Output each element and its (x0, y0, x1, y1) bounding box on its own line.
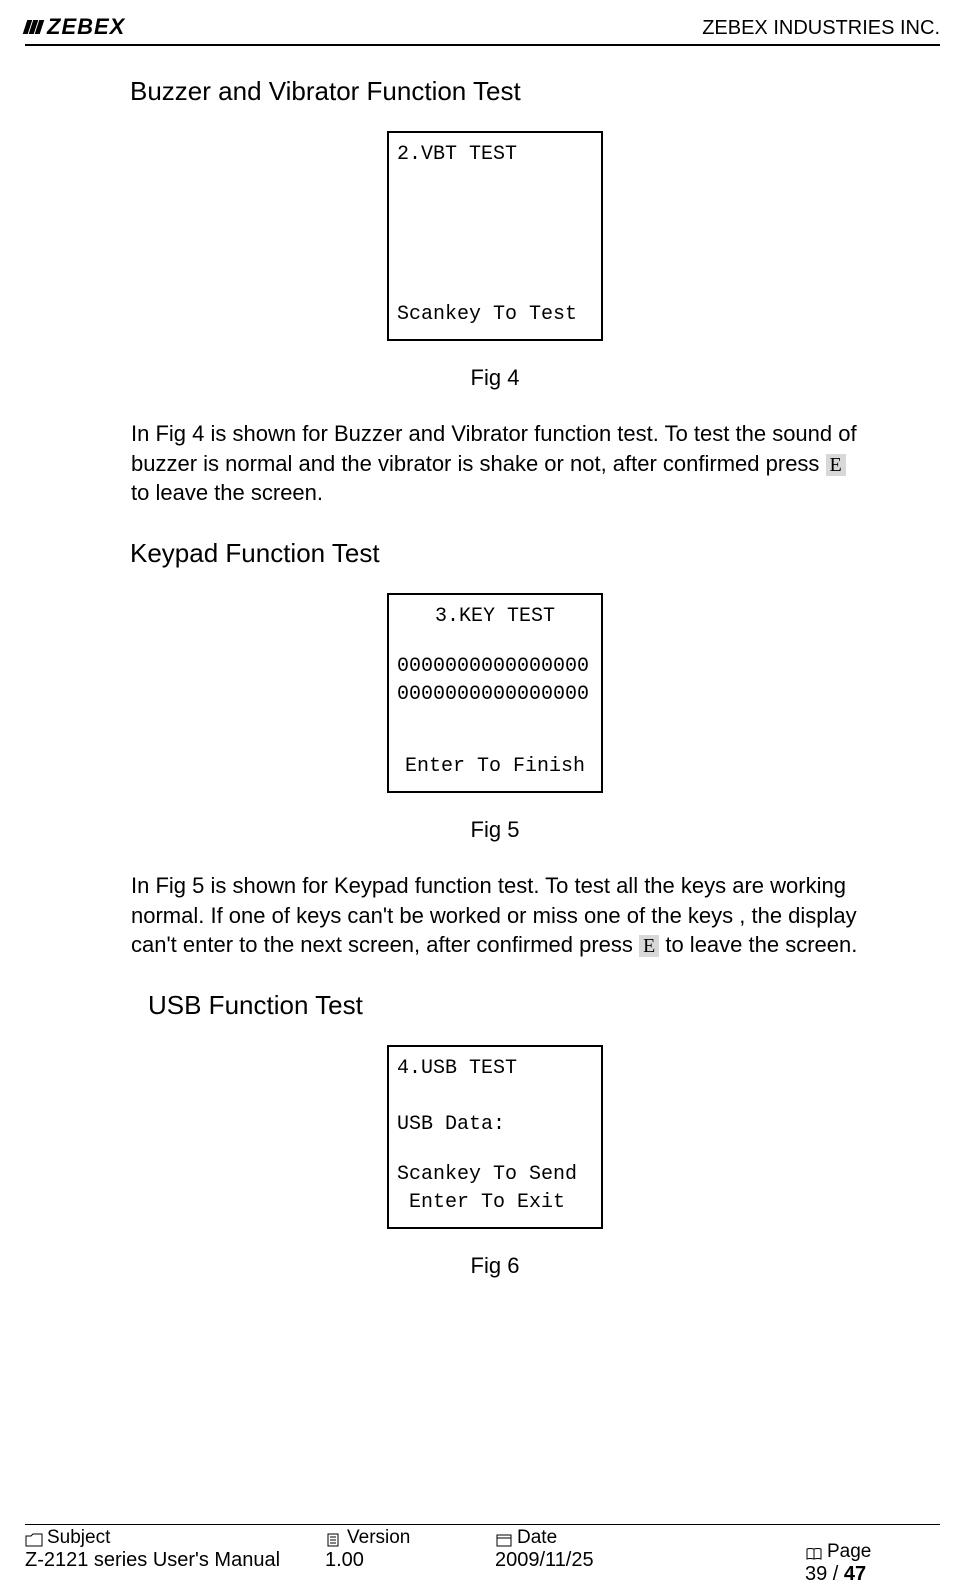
logo-bars-icon (25, 20, 42, 34)
keycap-e: E (826, 454, 846, 476)
label-text: Subject (47, 1527, 110, 1549)
lcd-line: 0000000000000000 (397, 681, 593, 709)
content-area: Buzzer and Vibrator Function Test 2.VBT … (110, 76, 860, 1279)
footer-col-version: Version 1.00 (325, 1527, 495, 1586)
figure-caption: Fig 6 (130, 1253, 860, 1279)
lcd-line: 4.USB TEST (397, 1055, 593, 1083)
lcd-screenshot-fig6: 4.USB TEST USB Data: Scankey To Send Ent… (387, 1045, 603, 1229)
label-text: Version (347, 1527, 410, 1549)
footer-label-date: Date (495, 1527, 695, 1549)
lcd-screenshot-fig5: 3.KEY TEST 0000000000000000 000000000000… (387, 593, 603, 793)
lcd-line: Scankey To Test (397, 301, 593, 329)
section-title: USB Function Test (148, 990, 860, 1021)
logo-text: ZEBEX (47, 14, 125, 40)
paragraph: In Fig 4 is shown for Buzzer and Vibrato… (130, 419, 860, 508)
calendar-icon (495, 1531, 513, 1545)
lcd-blank (397, 1083, 593, 1111)
footer-value-version: 1.00 (325, 1549, 495, 1572)
lcd-line: USB Data: (397, 1111, 593, 1139)
footer-label-version: Version (325, 1527, 495, 1549)
text-span: to leave the screen. (659, 932, 857, 957)
section-usb: USB Function Test 4.USB TEST USB Data: S… (130, 990, 860, 1279)
page-current: 39 (805, 1563, 827, 1585)
page-total: 47 (844, 1563, 866, 1585)
page-footer: Subject Z-2121 series User's Manual Vers… (25, 1524, 940, 1586)
footer-value-page: 39 / 47 (805, 1563, 871, 1586)
footer-value-date: 2009/11/25 (495, 1549, 695, 1572)
lcd-line: 3.KEY TEST (397, 603, 593, 631)
document-icon (325, 1531, 343, 1545)
lcd-line: 0000000000000000 (397, 653, 593, 681)
figure-caption: Fig 4 (130, 365, 860, 391)
label-text: Date (517, 1527, 557, 1549)
paragraph: In Fig 5 is shown for Keypad function te… (130, 871, 860, 960)
company-name: ZEBEX INDUSTRIES INC. (702, 17, 940, 40)
lcd-screenshot-fig4: 2.VBT TEST Scankey To Test (387, 131, 603, 341)
lcd-line: Scankey To Send (397, 1161, 593, 1189)
footer-label-subject: Subject (25, 1527, 325, 1549)
lcd-line: Enter To Finish (397, 753, 593, 781)
lcd-blank (397, 1139, 593, 1161)
section-title: Buzzer and Vibrator Function Test (130, 76, 860, 107)
footer-value-subject: Z-2121 series User's Manual (25, 1549, 325, 1572)
folder-icon (25, 1531, 43, 1545)
lcd-blank (397, 631, 593, 653)
keycap-e: E (639, 935, 659, 957)
label-text: Page (827, 1541, 871, 1563)
section-title: Keypad Function Test (130, 538, 860, 569)
section-keypad: Keypad Function Test 3.KEY TEST 00000000… (130, 538, 860, 960)
footer-label-page: Page (805, 1541, 871, 1563)
book-icon (805, 1545, 823, 1559)
lcd-line: Enter To Exit (397, 1189, 593, 1217)
footer-col-date: Date 2009/11/25 (495, 1527, 695, 1586)
footer-col-page: Page 39 / 47 (695, 1527, 970, 1586)
footer-columns: Subject Z-2121 series User's Manual Vers… (25, 1527, 940, 1586)
page-header: ZEBEX ZEBEX INDUSTRIES INC. (25, 14, 940, 46)
logo: ZEBEX (25, 14, 125, 40)
text-span: In Fig 4 is shown for Buzzer and Vibrato… (131, 421, 857, 476)
footer-col-subject: Subject Z-2121 series User's Manual (25, 1527, 325, 1586)
lcd-line: 2.VBT TEST (397, 141, 593, 169)
figure-caption: Fig 5 (130, 817, 860, 843)
text-span: to leave the screen. (131, 480, 323, 505)
page-sep: / (827, 1563, 844, 1585)
footer-rule (25, 1524, 940, 1525)
section-buzzer-vibrator: Buzzer and Vibrator Function Test 2.VBT … (130, 76, 860, 508)
